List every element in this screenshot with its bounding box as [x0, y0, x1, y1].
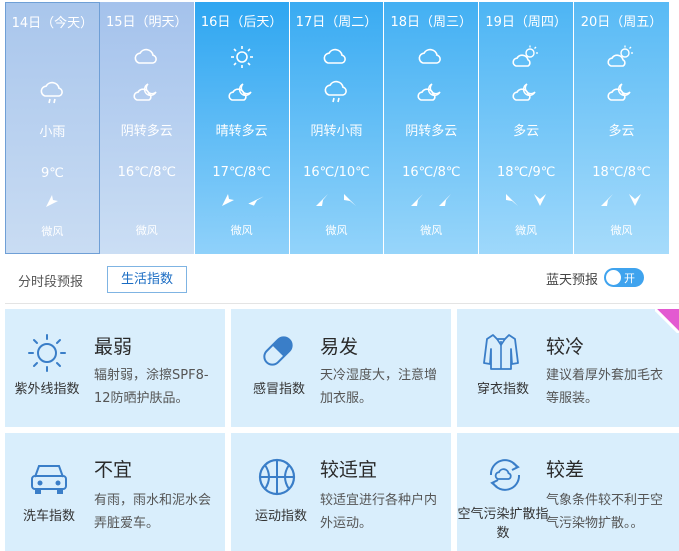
index-card-dressing[interactable]: 穿衣指数 较冷 建议着厚外套加毛衣等服装。: [457, 309, 679, 427]
blue-sky-toggle[interactable]: 开: [604, 268, 644, 287]
day-wind: 微风: [610, 224, 633, 237]
wind-direction-icon: [601, 194, 614, 206]
index-level: 易发: [320, 336, 359, 358]
day-temp: 9℃: [40, 166, 64, 181]
day-wind: 微风: [230, 224, 253, 237]
life-index-grid: 紫外线指数 最弱 辐射弱，涂擦SPF8-12防晒护肤品。 感冒指数 易发 天冷湿…: [5, 309, 679, 551]
day-date: 14日（今天）: [11, 16, 94, 31]
index-name: 穿衣指数: [476, 382, 529, 397]
forecast-strip: 14日（今天） 小雨 9℃ 微风 15日（明天） 阴转多云 16℃/8℃ 微风 …: [5, 2, 669, 254]
day-weather: 晴转多云: [215, 124, 268, 139]
wind-direction-icon: [506, 194, 519, 206]
index-desc: 天冷湿度大，注意增加衣服。: [320, 368, 438, 406]
index-name: 空气污染扩散指数: [457, 507, 549, 541]
index-level: 较适宜: [320, 459, 378, 481]
partly-cloudy-night-icon: [417, 83, 441, 101]
index-desc: 辐射弱，涂擦SPF8-12防晒护肤品。: [94, 368, 209, 406]
wind-direction-icon: [247, 196, 264, 206]
ball-icon: [258, 458, 296, 496]
car-icon: [31, 465, 67, 494]
day-temp: 17℃/8℃: [212, 165, 271, 180]
index-name: 洗车指数: [22, 509, 75, 524]
wind-direction-icon: [316, 194, 329, 206]
toggle-state: 开: [624, 272, 635, 285]
divider: [5, 303, 679, 304]
day-date: 16日（后天）: [200, 15, 283, 30]
sun-uv-icon: [28, 334, 66, 372]
day-date: 15日（明天）: [105, 15, 188, 30]
wind-direction-icon: [534, 194, 547, 206]
partly-cloudy-day-icon: [512, 45, 539, 67]
wind-direction-icon: [344, 194, 357, 206]
tab-hourly-forecast[interactable]: 分时段预报: [18, 271, 83, 290]
day-wind: 微风: [135, 224, 158, 237]
wind-direction-icon: [46, 195, 59, 207]
day-temp: 16℃/8℃: [117, 165, 176, 180]
clothes-icon: [483, 334, 519, 370]
forecast-day-17[interactable]: 17日（周二） 阴转小雨 16℃/10℃ 微风: [289, 2, 385, 254]
forecast-day-15[interactable]: 15日（明天） 阴转多云 16℃/8℃ 微风: [99, 2, 195, 254]
day-date: 20日（周五）: [580, 15, 663, 30]
day-wind: 微风: [420, 224, 443, 237]
day-weather: 阴转多云: [405, 124, 458, 139]
partly-cloudy-night-icon: [607, 83, 632, 101]
day-date: 18日（周三）: [390, 15, 473, 30]
partly-cloudy-night-icon: [512, 83, 536, 101]
wind-direction-icon: [411, 194, 424, 206]
day-weather: 多云: [608, 124, 635, 139]
index-name: 运动指数: [254, 509, 307, 524]
partly-cloudy-night-icon: [133, 83, 157, 101]
toggle-knob: [606, 270, 621, 285]
day-weather: 小雨: [39, 125, 66, 140]
wind-direction-icon: [439, 194, 452, 206]
forecast-day-18[interactable]: 18日（周三） 阴转多云 16℃/8℃ 微风: [384, 2, 480, 254]
blue-sky-label: 蓝天预报: [546, 273, 599, 288]
index-name: 感冒指数: [252, 382, 305, 397]
day-wind: 微风: [325, 224, 348, 237]
day-weather: 多云: [513, 124, 540, 139]
day-temp: 16℃/10℃: [303, 165, 370, 180]
index-level: 不宜: [94, 459, 133, 481]
index-desc: 较适宜进行各种户内外运动。: [320, 493, 438, 531]
air-recycle-icon: [489, 459, 521, 491]
forecast-day-16[interactable]: 16日（后天） 晴转多云 17℃/8℃ 微风: [194, 2, 290, 254]
index-level: 较差: [546, 459, 585, 481]
index-desc: 建议着厚外套加毛衣等服装。: [546, 368, 664, 406]
index-level: 最弱: [94, 336, 133, 358]
forecast-day-19[interactable]: 19日（周四） 多云 18℃/9℃ 微风: [479, 2, 575, 254]
day-wind: 微风: [515, 224, 538, 237]
partly-cloudy-day-icon: [607, 45, 634, 67]
pill-icon: [263, 336, 293, 366]
index-card-sport[interactable]: 运动指数 较适宜 较适宜进行各种户内外运动。: [231, 433, 451, 551]
wind-direction-icon: [221, 194, 234, 206]
cloudy-icon: [134, 48, 157, 64]
day-temp: 18℃/9℃: [496, 165, 556, 180]
index-card-cold[interactable]: 感冒指数 易发 天冷湿度大，注意增加衣服。: [231, 309, 451, 427]
index-card-uv[interactable]: 紫外线指数 最弱 辐射弱，涂擦SPF8-12防晒护肤品。: [5, 309, 225, 427]
day-weather: 阴转小雨: [310, 124, 363, 139]
day-temp: 18℃/8℃: [592, 165, 651, 180]
index-level: 较冷: [546, 336, 585, 358]
corner-tag-icon: [655, 309, 679, 333]
index-name: 紫外线指数: [14, 382, 80, 397]
cloudy-icon: [324, 48, 347, 64]
index-desc: 气象条件较不利于空气污染物扩散。。: [546, 493, 664, 531]
light-rain-icon: [325, 80, 348, 103]
day-date: 17日（周二）: [295, 15, 378, 30]
day-temp: 16℃/8℃: [402, 165, 461, 180]
day-weather: 阴转多云: [120, 124, 173, 139]
day-date: 19日（周四）: [485, 15, 567, 30]
index-card-carwash[interactable]: 洗车指数 不宜 有雨，雨水和泥水会弄脏爱车。: [5, 433, 225, 551]
forecast-day-14[interactable]: 14日（今天） 小雨 9℃ 微风: [5, 2, 100, 254]
partly-cloudy-night-icon: [228, 83, 252, 101]
day-wind: 微风: [41, 225, 64, 238]
sunny-icon: [230, 46, 253, 68]
light-rain-icon: [41, 81, 64, 104]
forecast-day-20[interactable]: 20日（周五） 多云 18℃/8℃ 微风: [574, 2, 669, 254]
index-desc: 有雨，雨水和泥水会弄脏爱车。: [94, 493, 212, 531]
cloudy-icon: [418, 48, 442, 64]
wind-direction-icon: [629, 194, 642, 206]
tab-life-index[interactable]: 生活指数: [107, 266, 187, 293]
index-card-air-pollution[interactable]: 空气污染扩散指数 较差 气象条件较不利于空气污染物扩散。。: [457, 433, 679, 551]
